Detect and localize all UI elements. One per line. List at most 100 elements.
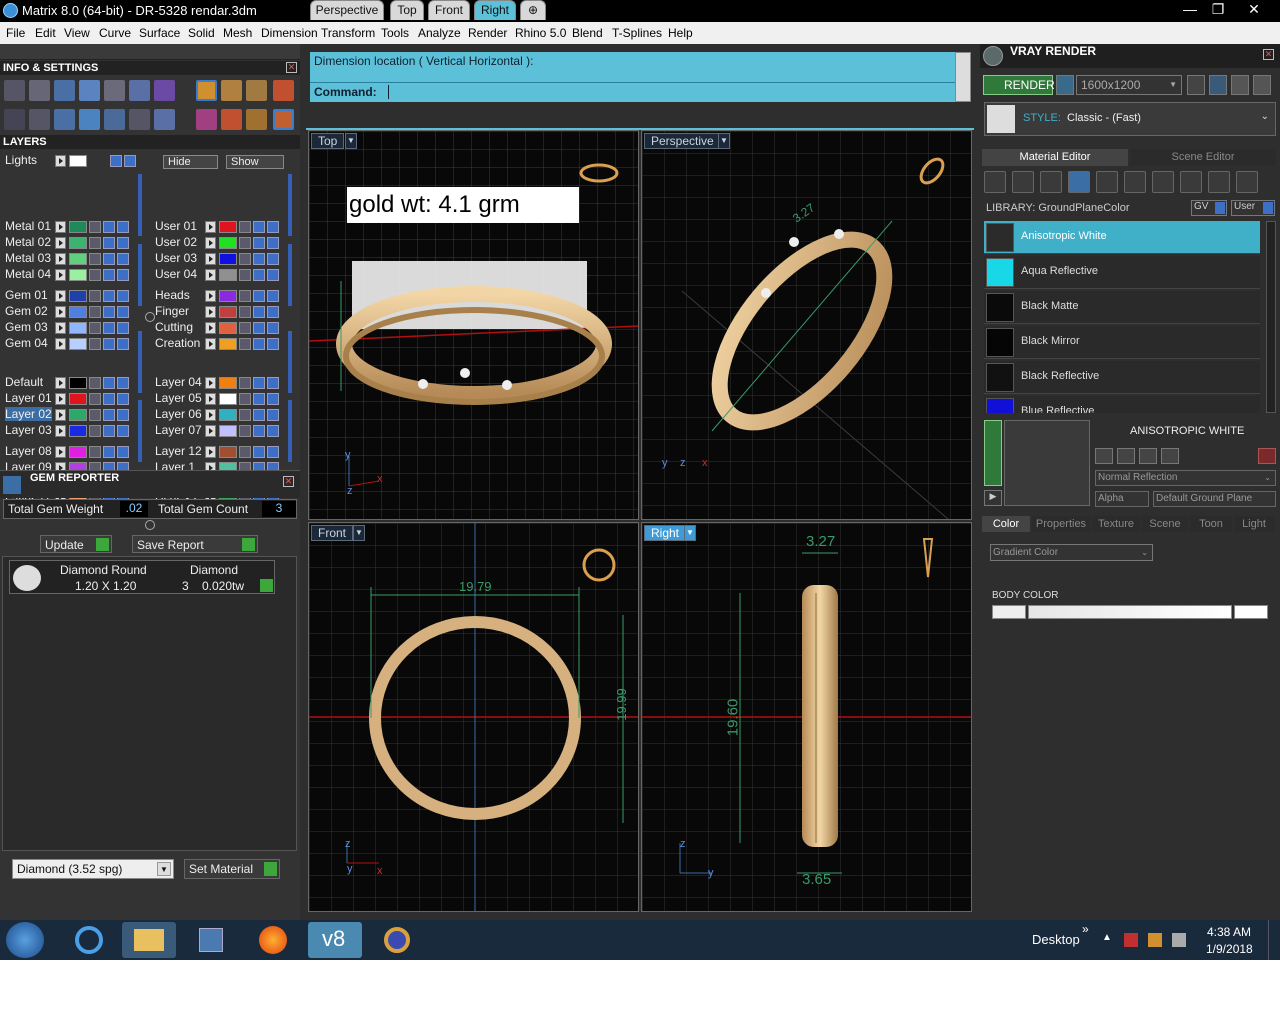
layer-visible-toggle[interactable] xyxy=(103,290,115,302)
splitter-handle[interactable] xyxy=(145,312,155,322)
desktop-toolbar-label[interactable]: Desktop xyxy=(1032,932,1080,947)
menu-analyze[interactable]: Analyze xyxy=(418,26,461,40)
tab-properties[interactable]: Properties xyxy=(1032,516,1090,532)
lock-icon[interactable] xyxy=(89,237,101,249)
clock-date[interactable]: 1/9/2018 xyxy=(1206,942,1253,956)
layer-color-swatch[interactable] xyxy=(69,446,87,458)
layer-visible-toggle[interactable] xyxy=(103,269,115,281)
tab-top[interactable]: Top xyxy=(390,0,424,20)
flag-icon[interactable] xyxy=(1124,933,1138,947)
chevron-right-icon[interactable]: » xyxy=(1082,922,1089,936)
layer-color-swatch[interactable] xyxy=(69,306,87,318)
menu-blend[interactable]: Blend xyxy=(572,26,603,40)
layer-color-swatch[interactable] xyxy=(219,446,237,458)
layer-expand-icon[interactable] xyxy=(205,393,216,405)
layer-color-swatch[interactable] xyxy=(219,269,237,281)
layer-current-toggle[interactable] xyxy=(117,393,129,405)
gv-toggle[interactable]: GV xyxy=(1191,200,1227,216)
matrix-v8-icon[interactable]: v8 xyxy=(308,922,362,958)
layer-current-toggle[interactable] xyxy=(117,425,129,437)
body-color-start-swatch[interactable] xyxy=(992,605,1026,619)
layer-current-toggle[interactable] xyxy=(267,269,279,281)
layer-current-toggle[interactable] xyxy=(117,290,129,302)
volume-icon[interactable] xyxy=(1172,933,1186,947)
body-color-end-swatch[interactable] xyxy=(1234,605,1268,619)
tab-right[interactable]: Right xyxy=(474,0,516,20)
internet-explorer-icon[interactable] xyxy=(62,922,116,958)
viewport-top-label[interactable]: Top xyxy=(311,133,345,149)
layer-color-swatch[interactable] xyxy=(69,425,87,437)
lock-icon[interactable] xyxy=(239,253,251,265)
lock-icon[interactable] xyxy=(239,221,251,233)
lock-icon[interactable] xyxy=(89,393,101,405)
lock-icon[interactable] xyxy=(89,253,101,265)
layer-color-swatch[interactable] xyxy=(69,409,87,421)
layer-current-toggle[interactable] xyxy=(117,322,129,334)
zoom-icon[interactable] xyxy=(29,80,50,101)
layer-current-toggle[interactable] xyxy=(267,306,279,318)
layer-visible-toggle[interactable] xyxy=(103,322,115,334)
viewport-front-label[interactable]: Front xyxy=(311,525,354,541)
layer-current-toggle[interactable] xyxy=(267,393,279,405)
restore-button[interactable]: ❐ xyxy=(1204,0,1232,20)
material-item[interactable]: Anisotropic White xyxy=(984,221,1260,254)
layer-expand-icon[interactable] xyxy=(205,290,216,302)
lights-toggle-2[interactable] xyxy=(124,155,136,167)
add-tab-icon[interactable]: ⊕ xyxy=(520,0,546,20)
layer-color-swatch[interactable] xyxy=(219,306,237,318)
file-explorer-icon[interactable] xyxy=(122,922,176,958)
menu-tools[interactable]: Tools xyxy=(381,26,409,40)
layer-expand-icon[interactable] xyxy=(55,221,66,233)
ring-app-icon[interactable] xyxy=(370,922,424,958)
layer-current-toggle[interactable] xyxy=(267,377,279,389)
layer-color-swatch[interactable] xyxy=(219,409,237,421)
chevron-down-icon[interactable]: ▼ xyxy=(353,525,365,541)
layer-expand-icon[interactable] xyxy=(205,338,216,350)
layer-expand-icon[interactable] xyxy=(55,269,66,281)
layer-visible-toggle[interactable] xyxy=(253,306,265,318)
play-icon[interactable] xyxy=(260,579,273,592)
lock-icon[interactable] xyxy=(239,306,251,318)
ring-tool-icon[interactable] xyxy=(221,80,242,101)
lock-icon[interactable] xyxy=(239,446,251,458)
material-item[interactable]: Blue Reflective xyxy=(984,396,1260,413)
layer-current-toggle[interactable] xyxy=(267,338,279,350)
update-button[interactable]: Update xyxy=(40,535,112,553)
menu-curve[interactable]: Curve xyxy=(99,26,131,40)
layer-color-swatch[interactable] xyxy=(219,253,237,265)
magnet-icon[interactable] xyxy=(196,109,217,130)
layer-current-toggle[interactable] xyxy=(267,237,279,249)
save-report-button[interactable]: Save Report xyxy=(132,535,258,553)
lock-icon[interactable] xyxy=(89,377,101,389)
layer-current-toggle[interactable] xyxy=(117,253,129,265)
cursor-tool-icon[interactable] xyxy=(273,109,294,130)
box3d-icon[interactable] xyxy=(54,109,75,130)
layer-visible-toggle[interactable] xyxy=(253,253,265,265)
point-icon[interactable] xyxy=(246,109,267,130)
ground-plane-toggle[interactable]: Default Ground Plane xyxy=(1153,491,1276,507)
layer-expand-icon[interactable] xyxy=(55,377,66,389)
reflection-select[interactable]: Normal Reflection ⌄ xyxy=(1095,470,1276,486)
chart-icon[interactable] xyxy=(154,109,175,130)
menu-render[interactable]: Render xyxy=(468,26,507,40)
firefox-icon[interactable] xyxy=(246,922,300,958)
layer-current-toggle[interactable] xyxy=(267,253,279,265)
layer-expand-icon[interactable] xyxy=(55,446,66,458)
menu-edit[interactable]: Edit xyxy=(35,26,56,40)
layer-current-toggle[interactable] xyxy=(117,377,129,389)
scatter-icon[interactable] xyxy=(129,109,150,130)
settings-panel-icon[interactable] xyxy=(1253,75,1271,95)
layer-current-toggle[interactable] xyxy=(117,446,129,458)
material-item[interactable]: Black Reflective xyxy=(984,361,1260,394)
window-icon[interactable] xyxy=(29,109,50,130)
splitter-handle[interactable] xyxy=(145,520,155,530)
layer-expand-icon[interactable] xyxy=(55,290,66,302)
layer-color-swatch[interactable] xyxy=(219,290,237,302)
import-icon[interactable] xyxy=(1161,448,1179,464)
collapse-preview-button[interactable] xyxy=(984,420,1002,486)
layer-color-swatch[interactable] xyxy=(69,290,87,302)
layer-visible-toggle[interactable] xyxy=(253,377,265,389)
layer-visible-toggle[interactable] xyxy=(253,290,265,302)
lock-icon[interactable] xyxy=(239,409,251,421)
save-icon[interactable] xyxy=(1095,448,1113,464)
